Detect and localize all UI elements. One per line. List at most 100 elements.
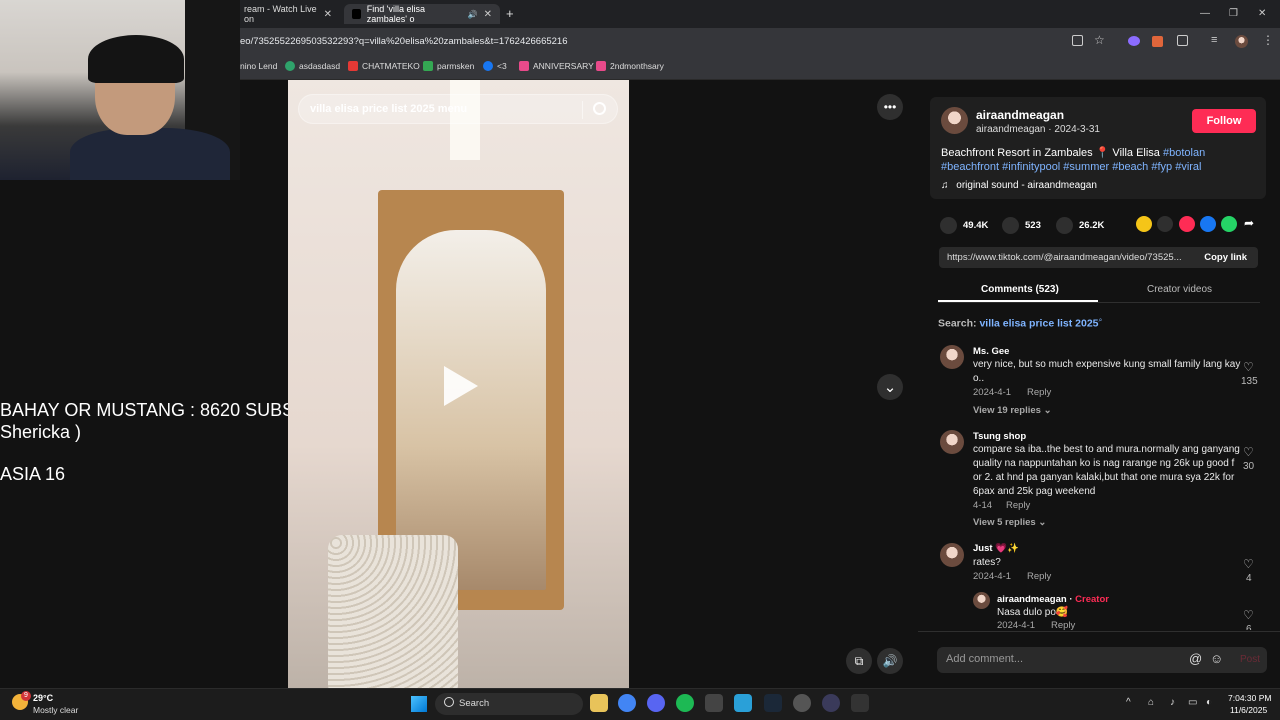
display-icon[interactable]: ▭	[1188, 697, 1197, 708]
mention-icon[interactable]: @	[1189, 651, 1202, 666]
new-tab-icon[interactable]: +	[506, 6, 514, 21]
post-link[interactable]: https://www.tiktok.com/@airaandmeagan/vi…	[947, 252, 1182, 263]
minimize-icon[interactable]: —	[1200, 8, 1210, 19]
media-controls-icon[interactable]: ≡	[1211, 34, 1217, 46]
extension-icon[interactable]	[1152, 36, 1163, 47]
view-replies-button[interactable]: View 5 replies ⌄	[973, 517, 1046, 528]
profile-avatar-icon[interactable]	[1235, 35, 1248, 48]
reply-button[interactable]: Reply	[1051, 620, 1075, 631]
commenter-name[interactable]: Tsung shop	[973, 431, 1026, 442]
heart-outline-icon[interactable]: ♡	[1243, 445, 1254, 459]
tab-comments[interactable]: Comments (523)	[981, 284, 1059, 295]
more-options-icon[interactable]: •••	[877, 94, 903, 120]
browser-tab[interactable]: ream - Watch Live on ✕	[236, 4, 340, 24]
save-button[interactable]: 26.2K	[1056, 217, 1104, 234]
bookmark-item[interactable]: ANNIVERSARY	[519, 61, 594, 71]
reply-button[interactable]: Reply	[1027, 571, 1051, 582]
restore-icon[interactable]: ❐	[1229, 8, 1238, 19]
network-icon[interactable]: ⌂	[1148, 697, 1154, 708]
extensions-puzzle-icon[interactable]	[1177, 35, 1188, 46]
app-icon[interactable]	[705, 694, 723, 712]
bookmark-item[interactable]: parmsken	[423, 61, 474, 71]
commenter-name[interactable]: Just 💗✨	[973, 543, 1019, 554]
clock-date[interactable]: 11/6/2025	[1230, 705, 1267, 715]
follow-button[interactable]: Follow	[1192, 109, 1256, 133]
search-input[interactable]: villa elisa price list 2025 menu	[310, 103, 467, 115]
spotify-icon[interactable]	[676, 694, 694, 712]
coin-icon[interactable]	[1136, 216, 1152, 232]
tray-chevron-up-icon[interactable]: ^	[1126, 697, 1131, 708]
commenter-avatar[interactable]	[940, 430, 964, 454]
browser-tab-active[interactable]: Find 'villa elisa zambales' o 🔊 ✕	[344, 4, 500, 24]
author-avatar[interactable]	[941, 107, 968, 134]
extension-icon[interactable]	[1128, 36, 1140, 46]
play-icon[interactable]	[444, 366, 478, 406]
close-tab-icon[interactable]: ✕	[484, 9, 492, 20]
menu-kebab-icon[interactable]: ⋮	[1262, 33, 1274, 47]
reply-avatar[interactable]	[973, 592, 990, 609]
embed-icon[interactable]	[1157, 216, 1173, 232]
weather-desc[interactable]: Mostly clear	[33, 705, 78, 715]
tab-creator-videos[interactable]: Creator videos	[1147, 284, 1212, 295]
heart-outline-icon[interactable]: ♡	[1243, 608, 1254, 622]
view-replies-button[interactable]: View 19 replies ⌄	[973, 405, 1052, 416]
obs-icon[interactable]	[793, 694, 811, 712]
comment-input[interactable]: Add comment...	[946, 653, 1023, 665]
whatsapp-icon[interactable]	[1221, 216, 1237, 232]
hashtag[interactable]: #botolan	[1163, 147, 1205, 159]
bookmark-item[interactable]: CHATMATEKO	[348, 61, 420, 71]
url-field[interactable]: eo/7352552269503532293?q=villa%20elisa%2…	[240, 36, 568, 47]
commenter-avatar[interactable]	[940, 543, 964, 567]
sound-line[interactable]: ♫ original sound - airaandmeagan	[941, 180, 1097, 191]
share-arrow-icon[interactable]: ➦	[1244, 216, 1254, 230]
bookmark-label: parmsken	[437, 61, 475, 71]
messenger-icon[interactable]	[734, 694, 752, 712]
taskbar-search[interactable]	[435, 693, 583, 715]
windows-start-icon[interactable]	[411, 696, 427, 712]
send-icon[interactable]	[1179, 216, 1195, 232]
picture-in-picture-icon[interactable]: ⧉	[846, 648, 872, 674]
bookmark-star-icon[interactable]: ☆	[1094, 33, 1105, 47]
chevron-down-icon[interactable]: ⌄	[877, 374, 903, 400]
close-window-icon[interactable]: ✕	[1258, 8, 1266, 19]
reply-button[interactable]: Reply	[1006, 500, 1030, 511]
author-username[interactable]: airaandmeagan	[976, 108, 1064, 122]
bookmark-item[interactable]: 2ndmonthsary	[596, 61, 664, 71]
heart-outline-icon[interactable]: ♡	[1243, 557, 1254, 571]
reply-author[interactable]: airaandmeagan · Creator	[997, 594, 1109, 605]
chrome-icon[interactable]	[618, 694, 636, 712]
heart-outline-icon[interactable]: ♡	[1243, 360, 1254, 374]
clock-time[interactable]: 7:04:30 PM	[1228, 693, 1271, 703]
bookmark-item[interactable]: nino Lend	[240, 61, 277, 71]
discord-icon[interactable]	[647, 694, 665, 712]
volume-icon[interactable]: ◐	[1206, 697, 1212, 708]
weather-temp[interactable]: 29°C	[33, 693, 53, 703]
microphone-icon[interactable]: ♪	[1170, 697, 1175, 708]
volume-icon[interactable]: 🔊	[877, 648, 903, 674]
like-button[interactable]: 49.4K	[940, 217, 988, 234]
comment-button[interactable]: 523	[1002, 217, 1041, 234]
app-icon[interactable]	[851, 694, 869, 712]
search-icon[interactable]	[593, 102, 606, 115]
close-tab-icon[interactable]: ✕	[324, 9, 332, 20]
bookmark-label: <3	[497, 61, 507, 71]
post-comment-button[interactable]: Post	[1240, 654, 1260, 665]
search-query[interactable]: villa elisa price list 2025	[979, 318, 1098, 330]
search-suggestion[interactable]: Search: villa elisa price list 2025⌕	[938, 317, 1102, 330]
reply-button[interactable]: Reply	[1027, 387, 1051, 398]
install-app-icon[interactable]	[1072, 35, 1083, 46]
hashtag[interactable]: #beachfront #infinitypool #summer #beach…	[941, 161, 1201, 173]
steam-icon[interactable]	[764, 694, 782, 712]
bookmark-item[interactable]: <3	[483, 61, 507, 71]
emoji-icon[interactable]: ☺	[1210, 651, 1223, 666]
facebook-share-icon[interactable]	[1200, 216, 1216, 232]
app-icon[interactable]	[822, 694, 840, 712]
youtube-icon	[348, 61, 358, 71]
copy-link-button[interactable]: Copy link	[1204, 252, 1247, 263]
commenter-name[interactable]: Ms. Gee	[973, 346, 1009, 357]
file-explorer-icon[interactable]	[590, 694, 608, 712]
commenter-avatar[interactable]	[940, 345, 964, 369]
video-search-bar[interactable]: villa elisa price list 2025 menu	[298, 94, 618, 124]
bookmark-item[interactable]: asdasdasd	[285, 61, 340, 71]
overlay-text-line: BAHAY OR MUSTANG : 8620 SUBS	[0, 400, 295, 420]
